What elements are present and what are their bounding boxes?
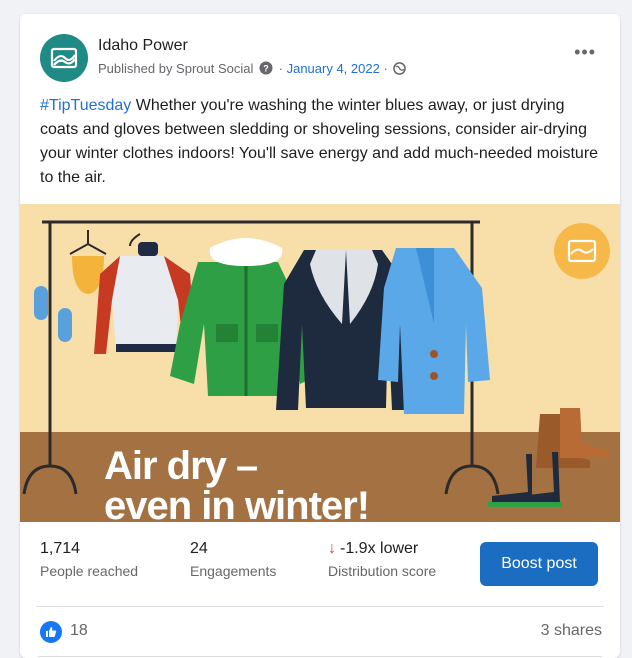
distribution-value: -1.9x lower xyxy=(340,540,419,557)
boost-post-button[interactable]: Boost post xyxy=(480,542,598,586)
shares-count[interactable]: 3 shares xyxy=(541,622,602,640)
post-date[interactable]: January 4, 2022 xyxy=(287,61,380,76)
image-headline-line2: even in winter! xyxy=(104,484,370,522)
hashtag-link[interactable]: #TipTuesday xyxy=(40,97,131,114)
more-options-icon[interactable]: ••• xyxy=(574,42,596,63)
reactions-bar: 18 3 shares xyxy=(40,618,604,648)
published-by: Published by Sprout Social xyxy=(98,61,254,76)
meta-separator: · xyxy=(278,61,283,76)
stat-value: ↓ -1.9x lower xyxy=(328,540,436,558)
idaho-power-logo-icon xyxy=(50,47,78,69)
post-header: Idaho Power Published by Sprout Social ?… xyxy=(40,32,600,84)
stat-value: 24 xyxy=(190,540,208,557)
globe-icon xyxy=(393,62,407,78)
image-headline-line1: Air dry – xyxy=(104,444,258,488)
stat-label: Distribution score xyxy=(328,563,437,579)
post-text: #TipTuesday Whether you're washing the w… xyxy=(40,94,605,190)
page-avatar[interactable] xyxy=(40,34,88,82)
image-headline: Air dry – even in winter! xyxy=(104,444,370,522)
post-card: Idaho Power Published by Sprout Social ?… xyxy=(20,14,620,658)
post-image[interactable]: Air dry – even in winter! xyxy=(20,204,620,522)
info-icon[interactable]: ? xyxy=(259,61,273,78)
logo-badge xyxy=(554,223,610,279)
meta-separator: · xyxy=(383,61,388,76)
mittens xyxy=(34,286,72,342)
post-insights: 1,714 People reached 24 Engagements ↓ -1.… xyxy=(40,538,602,602)
like-count[interactable]: 18 xyxy=(70,622,88,640)
page-name[interactable]: Idaho Power xyxy=(98,37,188,55)
down-arrow-icon: ↓ xyxy=(328,540,336,557)
stat-value: 1,714 xyxy=(40,540,81,557)
stat-label: Engagements xyxy=(190,563,277,579)
divider xyxy=(36,606,604,607)
post-meta: Published by Sprout Social ? · January 4… xyxy=(98,61,408,78)
thumbs-up-icon[interactable] xyxy=(40,621,62,643)
stat-label: People reached xyxy=(40,563,139,579)
divider xyxy=(38,656,602,657)
stat-engagements[interactable]: 24 Engagements xyxy=(190,540,276,579)
stat-distribution-score[interactable]: ↓ -1.9x lower Distribution score xyxy=(328,540,436,579)
svg-text:?: ? xyxy=(263,64,269,74)
stat-people-reached[interactable]: 1,714 People reached xyxy=(40,540,138,579)
